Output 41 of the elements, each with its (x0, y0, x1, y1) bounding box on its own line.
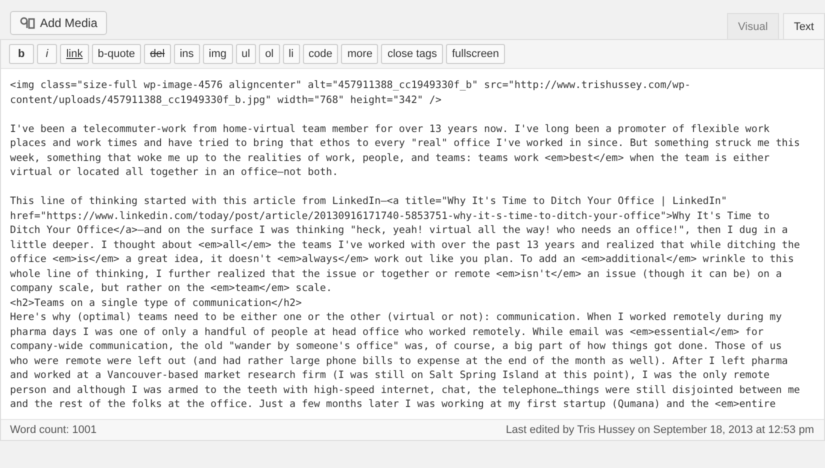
quicktag-button[interactable]: del (144, 44, 171, 64)
code-line: virtual or located all together in an office—not both. (10, 166, 338, 180)
code-line: Here's why (optimal) teams need to be either one or the other (virtual or not): communication. When I worked remotely during my (10, 311, 782, 325)
quicktag-button[interactable]: fullscreen (446, 44, 506, 64)
code-line: office <em>is</em> a great idea, it doesn't <em>always</em> work out like you plan. To add an <em>additional</em> wrinkle to this (10, 253, 794, 267)
quicktag-button[interactable]: link (60, 44, 89, 64)
code-line: and worked at a Vancouver-based market research firm (I was still on Salt Spring Island at this point), I was the only remote (10, 369, 770, 383)
code-line: pharma days I was one of only a handful of people at head office who worked remotely. While email was <em>essential</em> for (10, 326, 764, 340)
code-line: who were remote were left out (and had rather large phone bills to expense at the end of the month as well). After I left pharma (10, 354, 788, 368)
code-line: <h2>Teams on a single type of communication</h2> (10, 296, 302, 310)
quicktag-button[interactable]: more (341, 44, 378, 64)
code-line: whole line of thinking, I further realized that the issue or together or remote <em>isn't</em> an issue (though it can be) on a (10, 268, 782, 282)
code-line: I've been a telecommuter-work from home-virtual team member for over 13 years now. I've long been a promoter of flexible work (10, 122, 770, 136)
quicktag-button[interactable]: img (202, 44, 232, 64)
code-line: Ditch Your Office</a>—and on the surface I was thinking "heck, yeah! virtual all the way! who needs an office!", then I dug in a (10, 224, 788, 238)
last-edited: Last edited by Tris Hussey on September 18, 2013 at 12:53 pm (506, 424, 814, 436)
editor-tab[interactable]: Visual (727, 13, 779, 39)
quicktag-button[interactable]: ins (174, 44, 200, 64)
quicktag-button[interactable]: li (282, 44, 300, 64)
quicktag-button[interactable]: b (9, 44, 34, 64)
quicktag-button[interactable]: b-quote (92, 44, 142, 64)
code-line: little deeper. I thought about <em>all</em> the teams I've worked with over the past 13 years and realized that while ditching the (10, 238, 800, 252)
code-line: company-wide communication, the old "wander by someone's office" was, of course, a big part of how things got done. Those of us (10, 340, 782, 354)
code-line: person and although I was armed to the teeth with high-speed internet, chat, the telephone…things were still disjointed between me (10, 384, 800, 398)
editor-tab[interactable]: Text (782, 13, 825, 39)
code-line: href="https://www.linkedin.com/today/post/article/20130916171740-5853751-why-it-s-time-to-ditch-your-office">Why It's Time to (10, 210, 770, 224)
word-count: Word count: 1001 (10, 424, 97, 436)
quicktag-button[interactable]: code (302, 44, 338, 64)
code-line: This line of thinking started with this article from LinkedIn—<a title="Why It's Time to Ditch Your Office | LinkedIn" (10, 195, 728, 209)
code-line: places and work times and have tried to bring that ethos to every "real" office I've worked in since. But something struck me this (10, 137, 800, 151)
add-media-button[interactable]: Add Media (10, 11, 108, 35)
quicktag-button[interactable]: ul (236, 44, 256, 64)
code-line: <img class="size-full wp-image-4576 aligncenter" alt="457911388_cc1949330f_b" src="http://www.trishussey.com/wp- (10, 79, 691, 93)
code-line: week, something that woke me up to the realities of work, people, and teams: teams work <em>best</em> when the team is either (10, 152, 770, 166)
quicktag-button[interactable]: close tags (381, 44, 443, 64)
code-line: content/uploads/457911388_cc1949330f_b.jpg" width="768" height="342" /> (10, 94, 442, 108)
code-line: company scale, but rather on the <em>team</em> scale. (10, 282, 332, 296)
media-icon (20, 16, 35, 30)
quicktag-button[interactable]: i (36, 44, 58, 64)
quicktag-button[interactable]: ol (259, 44, 280, 64)
code-line: and the rest of the folks at the office. Just a few months later I was working at my first startup (Qumana) and the <em>entire (10, 398, 776, 412)
